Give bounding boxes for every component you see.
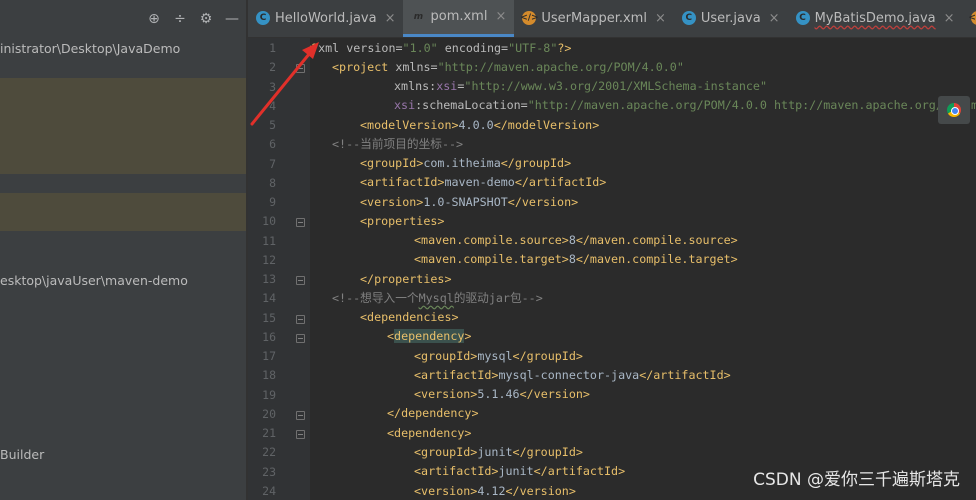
line-number[interactable]: 11 [248, 234, 276, 248]
tab-mybatisdemo[interactable]: C MyBatisDemo.java × [788, 0, 963, 37]
fold-marker-icon[interactable] [296, 218, 305, 228]
fold-marker-icon[interactable] [296, 314, 305, 324]
tab-usermapper-xml[interactable]: </> UserMapper.xml × [514, 0, 673, 37]
close-icon[interactable]: × [385, 11, 396, 26]
tab-label: HelloWorld.java [275, 10, 377, 26]
code-editor[interactable]: <?xml version="1.0" encoding="UTF-8"?> <… [310, 38, 976, 500]
code-line-12: <maven.compile.target>8</maven.compile.t… [414, 252, 738, 266]
line-number[interactable]: 6 [248, 137, 276, 151]
code-line-10: <properties> [360, 214, 445, 228]
maven-icon: m [413, 11, 424, 22]
code-line-7: <groupId>com.itheima</groupId> [360, 156, 572, 170]
highlighted-tree-rows[interactable] [0, 78, 246, 174]
line-number[interactable]: 4 [248, 99, 276, 113]
code-line-4: xsi:schemaLocation="http://maven.apache.… [394, 98, 976, 112]
line-number[interactable]: 3 [248, 80, 276, 94]
code-line-8: <artifactId>maven-demo</artifactId> [360, 175, 607, 189]
fold-marker-icon[interactable] [296, 276, 305, 285]
code-line-3: xmlns:xsi="http://www.w3.org/2001/XMLSch… [394, 79, 767, 93]
tree-item-builder[interactable]: Builder [0, 447, 246, 462]
tab-helloworld[interactable]: C HelloWorld.java × [248, 0, 403, 37]
code-line-18: <artifactId>mysql-connector-java</artifa… [414, 368, 731, 382]
code-line-1: <?xml version="1.0" encoding="UTF-8"?> [310, 41, 572, 55]
editor-tab-bar: C HelloWorld.java × m pom.xml × </> User… [248, 0, 976, 38]
code-line-17: <groupId>mysql</groupId> [414, 349, 583, 363]
line-number-gutter[interactable]: 1 2 3 4 5 6 7 8 9 10 11 12 13 14 15 16 17 18 19 20 21 22 23 24 [248, 38, 310, 500]
fold-marker-icon[interactable] [296, 64, 305, 74]
line-number[interactable]: 24 [248, 484, 276, 498]
line-number[interactable]: 7 [248, 157, 276, 171]
line-number[interactable]: 13 [248, 272, 276, 286]
project-path-row[interactable]: inistrator\Desktop\JavaDemo [0, 41, 246, 56]
browser-preview-button[interactable] [938, 96, 970, 124]
line-number[interactable]: 12 [248, 253, 276, 267]
line-number[interactable]: 17 [248, 349, 276, 363]
tab-pom-xml[interactable]: m pom.xml × [403, 0, 515, 37]
collapse-all-icon[interactable]: ÷ [172, 11, 188, 27]
fold-marker-icon[interactable] [296, 333, 305, 343]
line-number[interactable]: 1 [248, 41, 276, 55]
line-number[interactable]: 22 [248, 445, 276, 459]
line-number[interactable]: 9 [248, 195, 276, 209]
locate-icon[interactable]: ⊕ [146, 11, 162, 27]
watermark: CSDN @爱你三千遍斯塔克 [753, 470, 960, 490]
code-line-2: <project xmlns="http://maven.apache.org/… [332, 60, 684, 74]
project-panel: ⊕ ÷ ⚙ — inistrator\Desktop\JavaDemo eskt… [0, 0, 246, 500]
xml-icon: </> [968, 11, 976, 25]
code-line-9: <version>1.0-SNAPSHOT</version> [360, 195, 579, 209]
tab-label: User.java [700, 10, 761, 26]
line-number[interactable]: 18 [248, 368, 276, 382]
code-line-14: <!--想导入一个Mysql的驱动jar包--> [332, 291, 543, 305]
class-icon: C [681, 11, 696, 25]
fold-marker-icon[interactable] [296, 410, 305, 420]
close-icon[interactable]: × [655, 11, 666, 26]
class-icon: C [795, 11, 810, 25]
code-line-23: <artifactId>junit</artifactId> [414, 464, 626, 478]
tab-label: pom.xml [430, 9, 488, 24]
code-line-11: <maven.compile.source>8</maven.compile.s… [414, 233, 738, 247]
tab-mybatis-config[interactable]: </> mybatis-config [963, 0, 976, 37]
project-toolbar: ⊕ ÷ ⚙ — [0, 0, 246, 38]
gear-icon[interactable]: ⚙ [198, 11, 214, 27]
line-number[interactable]: 16 [248, 330, 276, 344]
fold-marker-icon[interactable] [296, 430, 305, 439]
line-number[interactable]: 5 [248, 118, 276, 132]
minimize-icon[interactable]: — [224, 11, 240, 27]
line-number[interactable]: 21 [248, 426, 276, 440]
line-number[interactable]: 2 [248, 60, 276, 74]
code-line-24: <version>4.12</version> [414, 484, 576, 498]
highlighted-tree-row[interactable] [0, 193, 246, 231]
close-icon[interactable]: × [495, 9, 506, 24]
class-icon: C [256, 11, 270, 25]
xml-icon: </> [520, 11, 539, 25]
code-line-20: </dependency> [387, 406, 479, 420]
line-number[interactable]: 8 [248, 176, 276, 190]
code-line-13: </properties> [360, 272, 452, 286]
code-line-22: <groupId>junit</groupId> [414, 445, 583, 459]
tab-label: MyBatisDemo.java [814, 10, 936, 26]
close-icon[interactable]: × [769, 11, 780, 26]
tab-label: UserMapper.xml [541, 10, 647, 26]
line-number[interactable]: 23 [248, 465, 276, 479]
tab-user-java[interactable]: C User.java × [674, 0, 788, 37]
code-line-5: <modelVersion>4.0.0</modelVersion> [360, 118, 600, 132]
line-number[interactable]: 20 [248, 407, 276, 421]
line-number[interactable]: 19 [248, 388, 276, 402]
module-path-row[interactable]: esktop\javaUser\maven-demo [0, 273, 246, 288]
line-number[interactable]: 15 [248, 311, 276, 325]
code-line-19: <version>5.1.46</version> [414, 387, 590, 401]
line-number[interactable]: 14 [248, 291, 276, 305]
line-number[interactable]: 10 [248, 214, 276, 228]
close-icon[interactable]: × [944, 11, 955, 26]
chrome-icon [947, 103, 961, 117]
code-line-16: <dependency> [387, 329, 472, 343]
code-line-15: <dependencies> [360, 310, 459, 324]
code-line-21: <dependency> [387, 426, 472, 440]
code-line-6: <!--当前项目的坐标--> [332, 137, 464, 151]
